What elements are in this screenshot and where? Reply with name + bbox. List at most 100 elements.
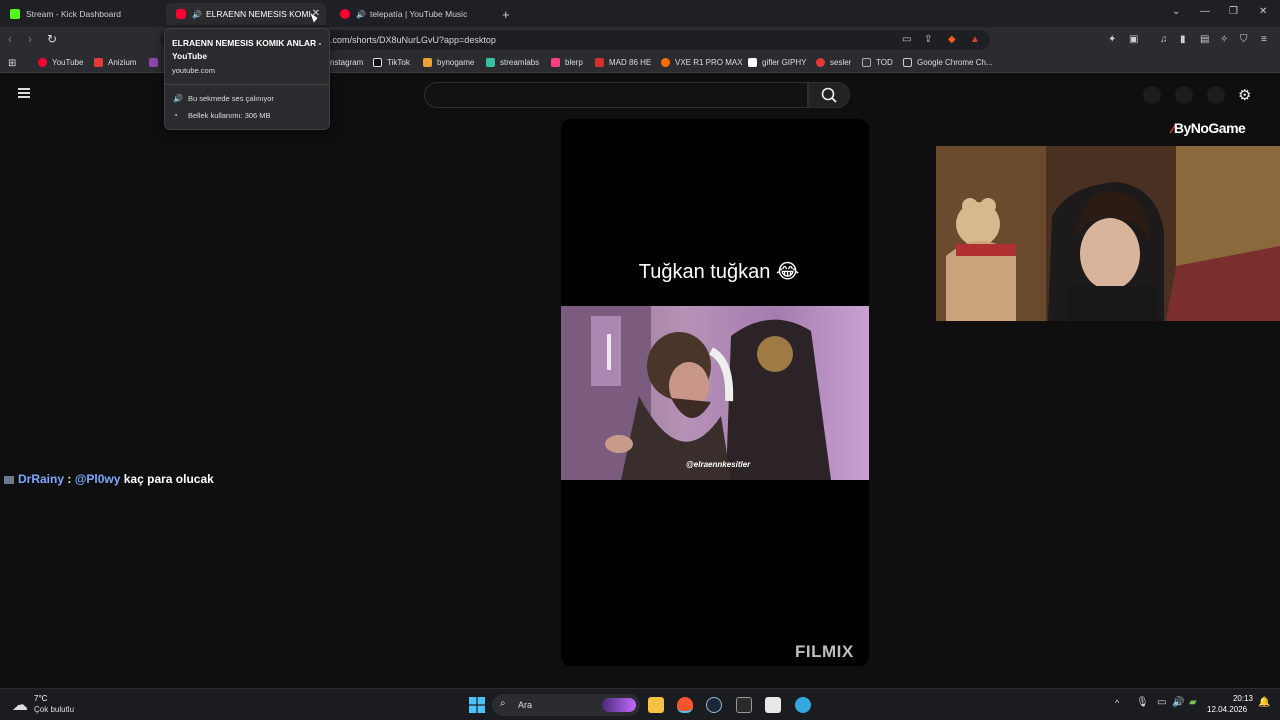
sidebar-icon[interactable]: ▮ [1180, 34, 1186, 45]
share-icon[interactable]: ⇪ [924, 34, 932, 45]
chevron-up-icon[interactable]: ^ [1115, 698, 1119, 708]
bookmark-label: TOD [876, 58, 893, 67]
speaker-icon[interactable]: 🔊 [192, 10, 202, 19]
chat-separator: : [64, 472, 75, 486]
bookmark-label: bynogame [437, 58, 475, 67]
bookmark-streamlabs[interactable]: streamlabs [486, 58, 539, 67]
clock-date[interactable]: 12.04.2026 [1207, 705, 1247, 714]
bookmark-vxe[interactable]: VXE R1 PRO MAX [661, 58, 743, 67]
steam-icon[interactable] [706, 697, 722, 713]
bynogame-logo: ⁄ByNoGame [1172, 120, 1246, 136]
bookmark-blerp[interactable]: blerp [551, 58, 583, 67]
chat-mention: @Pl0wy [74, 472, 121, 486]
vpn-shield-icon[interactable]: ⛉ [1240, 34, 1248, 45]
bookmark-label: YouTube [52, 58, 84, 67]
bookmark-tod[interactable]: TOD [862, 58, 893, 67]
file-explorer-icon[interactable] [648, 697, 664, 713]
bookmark-anizium[interactable]: Anizium [94, 58, 136, 67]
bookmark-label: Anizium [108, 58, 137, 67]
bookmark-label: MAD 86 HE [609, 58, 652, 67]
brave-rewards-icon[interactable]: ▲ [970, 34, 980, 45]
notification-bell-icon[interactable]: 🔔 [1258, 697, 1270, 708]
start-button[interactable] [469, 697, 485, 715]
tiktok-icon [373, 58, 382, 67]
search-icon: ⌕ [500, 698, 506, 709]
microsoft-store-icon[interactable] [765, 697, 781, 713]
bookmark-folder-chrome[interactable]: Google Chrome Ch... [903, 58, 993, 67]
menu-icon[interactable]: ≡ [1261, 34, 1267, 45]
weather-condition[interactable]: Çok bulutlu [34, 705, 74, 714]
audio-status-text: Bu sekmede ses çalınıyor [188, 94, 274, 103]
forward-icon[interactable]: › [28, 32, 32, 46]
battery-icon[interactable]: ▰ [1189, 697, 1197, 708]
bookmark-tiktok[interactable]: TikTok [373, 58, 410, 67]
search-highlight-image [602, 698, 636, 712]
tab-youtube-music[interactable]: 🔊 telepatía | YouTube Music [330, 3, 490, 25]
search-input[interactable] [424, 82, 808, 108]
bookmark-youtube[interactable]: YouTube [38, 58, 83, 67]
bookmark-label: streamlabs [500, 58, 540, 67]
extensions-icon[interactable]: ✦ [1108, 34, 1116, 45]
chevron-down-icon[interactable]: ⌄ [1172, 6, 1180, 17]
tab-elraenn-shorts[interactable]: 🔊 ELRAENN NEMESIS KOMIK AN ✕ [166, 3, 326, 25]
search-button[interactable] [808, 82, 850, 108]
tab-strip: Stream - Kick Dashboard 🔊 ELRAENN NEMESI… [0, 0, 1280, 27]
taskbar-search[interactable]: ⌕ Ara [492, 694, 640, 716]
back-icon[interactable]: ‹ [8, 32, 12, 46]
clock-time[interactable]: 20:13 [1213, 694, 1253, 703]
bookmark-giphy[interactable]: gifler GIPHY [748, 58, 806, 67]
bookmark-partial[interactable] [149, 58, 163, 67]
minimize-icon[interactable]: — [1200, 6, 1210, 17]
video-watermark: @elraennkesitler [686, 460, 751, 469]
microphone-icon[interactable]: 🎙 [1136, 697, 1149, 708]
hamburger-menu-icon[interactable] [18, 88, 30, 98]
app-gear-icon[interactable] [795, 697, 811, 713]
webcam-image [936, 146, 1280, 321]
shorts-player[interactable]: Tuğkan tuğkan 😂 @elraennkesitler FILMIX [561, 119, 869, 666]
weather-temp[interactable]: 7°C [34, 694, 47, 703]
reload-icon[interactable]: ↻ [47, 32, 57, 46]
tab-title: ELRAENN NEMESIS KOMIK AN [205, 9, 311, 19]
chat-text: kaç para olucak [120, 472, 214, 486]
windows-taskbar: ☁ 7°C Çok bulutlu ⌕ Ara ^ 🎙 ▭ 🔊 ▰ 20:13 … [0, 688, 1280, 720]
divider [165, 84, 329, 85]
bookmark-sesler[interactable]: sesler [816, 58, 851, 67]
network-icon[interactable]: ▭ [1157, 697, 1166, 708]
bookmark-bynogame[interactable]: bynogame [423, 58, 474, 67]
screenshot-icon[interactable]: ▣ [1129, 34, 1138, 45]
youtube-music-icon [340, 9, 350, 19]
header-action-icon[interactable] [1143, 86, 1161, 104]
bookmark-mad86[interactable]: MAD 86 HE [595, 58, 651, 67]
speaker-icon[interactable]: 🔊 [356, 10, 366, 19]
audio-status-row: 🔊 Bu sekmede ses çalınıyor [173, 94, 274, 103]
tab-title: telepatía | YouTube Music [369, 9, 468, 19]
hover-card-title: ELRAENN NEMESIS KOMIK ANLAR - YouTube [172, 38, 322, 61]
cast-icon[interactable]: ▭ [902, 34, 911, 45]
speaker-icon: 🔊 [173, 94, 183, 103]
new-tab-button[interactable]: + [492, 3, 516, 25]
memory-icon: ◔ [173, 111, 178, 120]
brave-browser-icon[interactable] [677, 697, 693, 713]
header-action-icon[interactable] [1207, 86, 1225, 104]
tod-icon [862, 58, 871, 67]
chat-username: DrRainy [18, 472, 65, 486]
apps-grid-icon[interactable]: ⊞ [8, 58, 16, 69]
brave-shields-icon[interactable]: ◆ [948, 34, 956, 45]
url-text[interactable]: .com/shorts/DX8uNurLGvU?app=desktop [330, 35, 496, 45]
hover-card-domain: youtube.com [172, 66, 215, 75]
settings-gear-icon[interactable]: ⚙ [1238, 86, 1251, 104]
music-icon[interactable]: ♫ [1160, 34, 1168, 45]
bookmark-instagram[interactable]: nstagram [330, 58, 363, 67]
cloud-weather-icon[interactable]: ☁ [12, 695, 28, 715]
header-action-icon[interactable] [1175, 86, 1193, 104]
epic-games-icon[interactable] [736, 697, 752, 713]
blerp-icon [551, 58, 560, 67]
volume-icon[interactable]: 🔊 [1172, 697, 1184, 708]
wallet-icon[interactable]: ▤ [1200, 34, 1209, 45]
bookmark-label: VXE R1 PRO MAX [675, 58, 743, 67]
youtube-icon [38, 58, 47, 67]
restore-icon[interactable]: ❐ [1229, 6, 1238, 17]
tab-kick-dashboard[interactable]: Stream - Kick Dashboard [0, 3, 164, 25]
window-close-icon[interactable]: ✕ [1259, 6, 1267, 17]
leo-ai-icon[interactable]: ✧ [1220, 34, 1228, 45]
